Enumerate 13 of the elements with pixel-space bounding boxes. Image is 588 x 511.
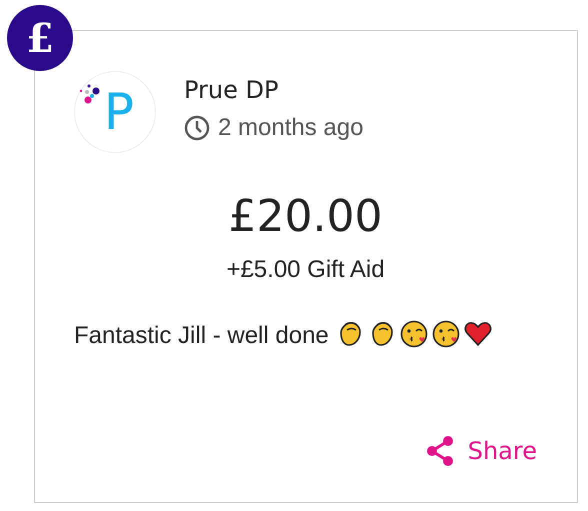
gift-aid-amount: +£5.00 Gift Aid (226, 256, 385, 284)
donor-name: Prue DP (184, 76, 280, 104)
kissing-face-icon (398, 319, 429, 349)
clock-icon (184, 115, 210, 141)
message-text: Fantastic Jill - well done (74, 322, 329, 349)
donation-time: 2 months ago (218, 114, 364, 142)
share-icon (426, 436, 454, 466)
share-link[interactable]: Share (426, 436, 537, 466)
heart-icon (462, 319, 493, 349)
kissing-face-icon (430, 319, 461, 349)
donation-amount: £20.00 (228, 191, 382, 242)
donor-avatar: P (74, 71, 156, 153)
pound-badge: £ (7, 5, 73, 71)
